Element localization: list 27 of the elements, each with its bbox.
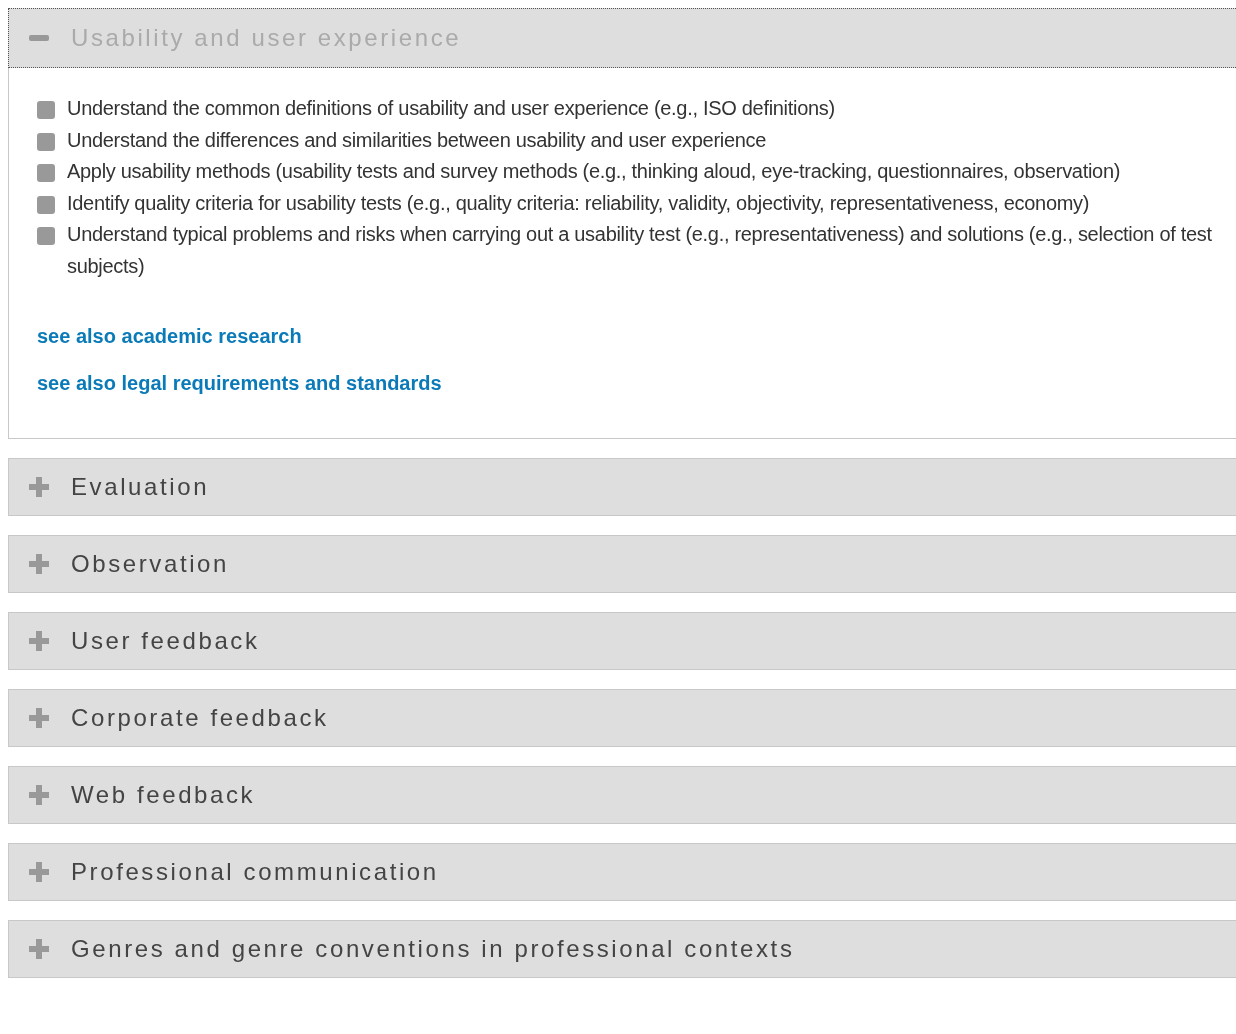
accordion-header[interactable]: Genres and genre conventions in professional contexts [8,920,1236,978]
accordion-header[interactable]: Professional communication [8,843,1236,901]
plus-icon [29,708,49,728]
accordion-header[interactable]: Corporate feedback [8,689,1236,747]
list-item-text: Understand the common definitions of usability and user experience (e.g., ISO definitions) [67,96,835,121]
list-item-text: Identify quality criteria for usability tests (e.g., quality criteria: reliability, validity, objectivity, representativeness, economy) [67,190,1090,216]
plus-icon [29,477,49,497]
bullet-icon [37,195,55,214]
accordion-header[interactable]: User feedback [8,612,1236,670]
accordion-header[interactable]: Evaluation [8,458,1236,516]
list-item-text: Apply usability methods (usability tests and survey methods (e.g., thinking aloud, eye-tracking, questionnaires, observation) [67,159,1121,184]
bullet-icon [37,101,55,119]
list-item-text: Understand typical problems and risks when carrying out a usability test (e.g., representativeness) and solutions (e.g., selection of test subjects) [67,222,1213,279]
bullet-icon [37,132,55,151]
minus-icon [29,35,49,41]
bullet-icon [37,227,55,245]
accordion-header[interactable]: Observation [8,535,1236,593]
see-also-link[interactable]: see also legal requirements and standards [37,369,442,398]
plus-icon [29,554,49,574]
accordion-header[interactable]: Web feedback [8,766,1236,824]
plus-icon [29,785,49,805]
see-also-link[interactable]: see also academic research [37,322,302,351]
plus-icon [29,862,49,882]
bullet-icon [37,164,55,182]
plus-icon [29,939,49,959]
list-item-text: Understand the differences and similarities between usability and user experience [67,127,767,153]
plus-icon [29,631,49,651]
